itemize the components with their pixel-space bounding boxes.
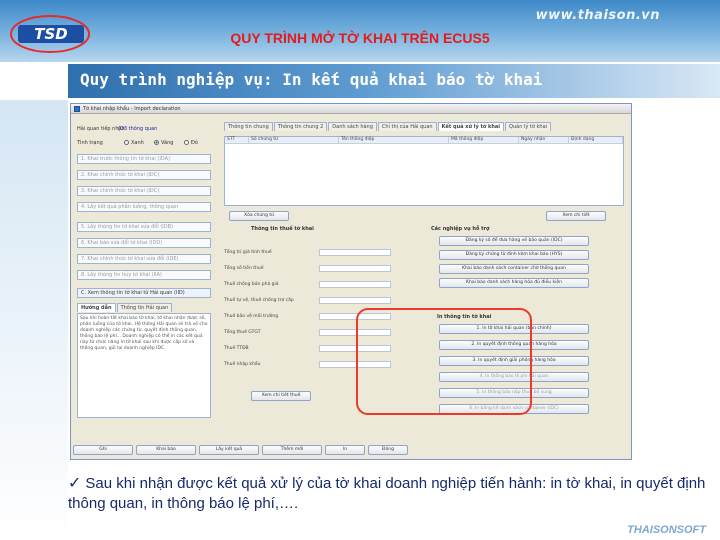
col-msg-name: Tên thông điệp bbox=[339, 137, 449, 143]
radio-green[interactable] bbox=[124, 140, 129, 145]
col-msg-code: Mã thông điệp bbox=[449, 137, 519, 143]
left-tabs: Hướng dẫn Thông tin Hải quan bbox=[77, 303, 173, 312]
radio-red[interactable] bbox=[184, 140, 189, 145]
bottom-toolbar: Ghi Khai báo Lấy kết quả Thêm mới In Đón… bbox=[73, 443, 631, 457]
view-detail-button[interactable]: Xem chi tiết bbox=[546, 211, 606, 221]
footer-brand: THAISONSOFT bbox=[627, 524, 706, 536]
save-button[interactable]: Ghi bbox=[73, 445, 133, 455]
step-3[interactable]: 3. Khai chính thức tờ khai (IDC) bbox=[77, 186, 211, 196]
tax-field-2[interactable] bbox=[319, 265, 391, 272]
tax-row-4: Thuế tự vệ, thuế chống trợ cấp bbox=[224, 296, 394, 305]
tab-goods-list[interactable]: Danh sách hàng bbox=[328, 122, 377, 131]
step-7[interactable]: 7. Khai chính thức tờ khai sửa đổi (IDE) bbox=[77, 254, 211, 264]
support-button-2[interactable]: Đăng ký chứng từ đính kèm khai báo (HYS) bbox=[439, 250, 589, 260]
col-stt: STT bbox=[225, 137, 249, 143]
tax-row-1: Tổng trị giá tính thuế bbox=[224, 248, 394, 257]
support-group-title: Các nghiệp vụ hỗ trợ bbox=[431, 226, 490, 232]
step-6[interactable]: 6. Khai báo sửa đổi tờ khai (IDD) bbox=[77, 238, 211, 248]
tab-general-2[interactable]: Thông tin chung 2 bbox=[273, 122, 328, 131]
tax-row-2-label: Tổng số tiền thuế bbox=[224, 266, 264, 271]
col-format: Định dạng bbox=[569, 137, 623, 143]
tab-manage[interactable]: Quản lý tờ khai bbox=[505, 122, 552, 131]
radio-yellow[interactable] bbox=[154, 140, 159, 145]
status-label: Tình trạng bbox=[77, 140, 103, 146]
tab-guide[interactable]: Hướng dẫn bbox=[77, 303, 116, 312]
close-button[interactable]: Đóng bbox=[368, 445, 408, 455]
grid-header: STT Số chứng từ Tên thông điệp Mã thông … bbox=[225, 137, 623, 144]
radio-green-label: Xanh bbox=[131, 140, 144, 146]
step-5[interactable]: 5. Lấy thông tin tờ khai sửa đổi (IDB) bbox=[77, 222, 211, 232]
radio-yellow-label: Vàng bbox=[161, 140, 174, 146]
tax-row-2: Tổng số tiền thuế bbox=[224, 264, 394, 273]
left-panel: Hải quan tiếp nhận (O3 thông quan Tình t… bbox=[74, 118, 214, 458]
tax-row-6-label: Tổng thuế GTGT bbox=[224, 330, 261, 335]
delete-doc-button[interactable]: Xóa chứng từ bbox=[229, 211, 289, 221]
window-title: Tờ khai nhập khẩu - Import declaration bbox=[83, 105, 181, 112]
app-window: Tờ khai nhập khẩu - Import declaration H… bbox=[70, 103, 632, 460]
support-button-4[interactable]: Khai báo danh sách hàng hóa đủ điều kiện bbox=[439, 278, 589, 288]
step-4[interactable]: 4. Lấy kết quả phân luồng, thông quan bbox=[77, 202, 211, 212]
bullet-text: Sau khi nhận được kết quả xử lý của tờ k… bbox=[68, 475, 706, 512]
col-received: Ngày nhận bbox=[519, 137, 569, 143]
tax-row-4-label: Thuế tự vệ, thuế chống trợ cấp bbox=[224, 298, 294, 303]
checkmark-icon: ✓ bbox=[68, 473, 82, 492]
tab-customs-instructions[interactable]: Chỉ thị của Hải quan bbox=[377, 122, 437, 131]
tax-field-1[interactable] bbox=[319, 249, 391, 256]
tab-general[interactable]: Thông tin chung bbox=[224, 122, 273, 131]
main-tabs: Thông tin chung Thông tin chung 2 Danh s… bbox=[224, 122, 552, 131]
declare-button[interactable]: Khai báo bbox=[136, 445, 196, 455]
app-icon bbox=[74, 105, 80, 112]
new-button[interactable]: Thêm mới bbox=[262, 445, 322, 455]
step-view-customs-info[interactable]: C. Xem thông tin tờ khai từ Hải quan (II… bbox=[77, 288, 211, 298]
col-doc-no: Số chứng từ bbox=[249, 137, 339, 143]
print-button[interactable]: In bbox=[325, 445, 365, 455]
tax-row-5-label: Thuế bảo vệ môi trường bbox=[224, 314, 279, 319]
support-button-1[interactable]: Đăng ký số để đưa hàng về bảo quản (IDC) bbox=[439, 236, 589, 246]
support-button-3[interactable]: Khai báo danh sách container chờ thông q… bbox=[439, 264, 589, 274]
subtitle-bar: Quy trình nghiệp vụ: In kết quả khai báo… bbox=[68, 64, 720, 98]
bullet-point: ✓ Sau khi nhận được kết quả xử lý của tờ … bbox=[68, 473, 708, 514]
step-2[interactable]: 2. Khai chính thức tờ khai (IDC) bbox=[77, 170, 211, 180]
customs-office-value: (O3 thông quan bbox=[118, 126, 158, 132]
tax-row-7-label: Thuế TTĐB bbox=[224, 346, 249, 351]
left-decor-strip bbox=[0, 100, 68, 540]
window-titlebar: Tờ khai nhập khẩu - Import declaration bbox=[71, 104, 631, 114]
tax-field-3[interactable] bbox=[319, 281, 391, 288]
tab-customs-info[interactable]: Thông tin Hải quan bbox=[116, 303, 173, 312]
tab-processing-result[interactable]: Kết quả xử lý tờ khai bbox=[437, 122, 505, 131]
radio-red-label: Đỏ bbox=[191, 140, 198, 146]
step-8[interactable]: 8. Lấy thông tin hủy tờ khai (IIA) bbox=[77, 270, 211, 280]
view-tax-detail-button[interactable]: Xem chi tiết thuế bbox=[251, 391, 311, 401]
slide-subtitle: Quy trình nghiệp vụ: In kết quả khai báo… bbox=[80, 70, 543, 89]
guide-notes: Sau khi hoàn tất khai báo tờ khai, tờ kh… bbox=[77, 313, 211, 418]
tax-group-title: Thông tin thuế tờ khai bbox=[251, 226, 314, 232]
print-group-highlight bbox=[356, 308, 532, 415]
documents-grid: STT Số chứng từ Tên thông điệp Mã thông … bbox=[224, 136, 624, 206]
tax-field-4[interactable] bbox=[319, 297, 391, 304]
tax-row-3: Thuế chống bán phá giá bbox=[224, 280, 394, 289]
slide-title: QUY TRÌNH MỞ TỜ KHAI TRÊN ECUS5 bbox=[230, 30, 490, 46]
tax-row-1-label: Tổng trị giá tính thuế bbox=[224, 250, 272, 255]
site-url: www.thaison.vn bbox=[535, 8, 660, 23]
get-result-button[interactable]: Lấy kết quả bbox=[199, 445, 259, 455]
tax-row-3-label: Thuế chống bán phá giá bbox=[224, 282, 279, 287]
step-1[interactable]: 1. Khai trước thông tin tờ khai (IDA) bbox=[77, 154, 211, 164]
tax-row-8-label: Thuế nhập khẩu bbox=[224, 362, 261, 367]
